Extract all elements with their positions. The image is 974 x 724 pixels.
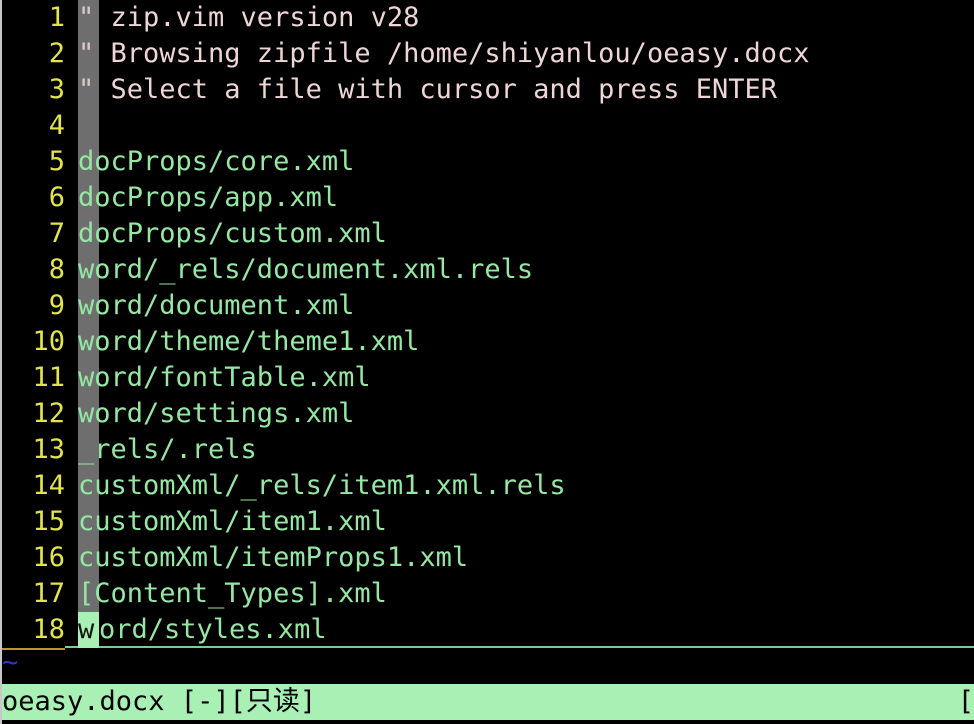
line-number: 12	[32, 398, 65, 429]
line-number: 17	[32, 578, 65, 609]
buffer-line[interactable]: 14 customXml/_rels/item1.xml.rels	[2, 468, 974, 504]
archive-entry-name[interactable]: customXml/_rels/item1.xml.rels	[78, 468, 566, 504]
line-number: 5	[48, 146, 65, 177]
cursor-character: w	[78, 614, 95, 645]
line-number: 2	[48, 38, 65, 69]
archive-entry-name-current[interactable]: ord/styles.xml	[99, 612, 327, 648]
buffer-line[interactable]: 13 _rels/.rels	[2, 432, 974, 468]
archive-entry-name[interactable]: word/theme/theme1.xml	[78, 324, 419, 360]
tilde-icon: ~	[2, 647, 19, 678]
archive-entry-name[interactable]: word/fontTable.xml	[78, 360, 371, 396]
buffer-line[interactable]: 10 word/theme/theme1.xml	[2, 324, 974, 360]
buffer-line[interactable]: 5 docProps/core.xml	[2, 144, 974, 180]
archive-entry-name[interactable]: [Content_Types].xml	[78, 576, 387, 612]
filler-line: ~	[2, 648, 974, 684]
buffer-line[interactable]: 4	[2, 108, 974, 144]
archive-entry-name[interactable]: word/settings.xml	[78, 396, 354, 432]
status-bar: oeasy.docx [-][只读] [	[2, 684, 974, 720]
vim-buffer[interactable]: 1 " zip.vim version v28 2 " Browsing zipfil…	[2, 0, 974, 684]
buffer-line[interactable]: 17 [Content_Types].xml	[2, 576, 974, 612]
comment-text: zip.vim version v28	[78, 2, 420, 33]
line-number: 10	[32, 326, 65, 357]
line-number: 9	[48, 290, 65, 321]
comment-marker: "	[78, 38, 95, 69]
archive-entry-name[interactable]: customXml/itemProps1.xml	[78, 540, 468, 576]
line-number: 14	[32, 470, 65, 501]
line-number: 3	[48, 74, 65, 105]
buffer-filler-lines: ~	[2, 648, 974, 684]
line-number: 13	[32, 434, 65, 465]
status-bar-right: [	[957, 686, 974, 717]
line-number-current: 18	[2, 612, 65, 650]
bottom-padding	[2, 720, 974, 724]
status-bar-left: oeasy.docx [-][只读]	[2, 686, 317, 717]
buffer-line[interactable]: 8 word/_rels/document.xml.rels	[2, 252, 974, 288]
line-number: 6	[48, 182, 65, 213]
buffer-line[interactable]: 11 word/fontTable.xml	[2, 360, 974, 396]
buffer-line[interactable]: 7 docProps/custom.xml	[2, 216, 974, 252]
buffer-line[interactable]: 3 " Select a file with cursor and press E…	[2, 72, 974, 108]
line-number: 7	[48, 218, 65, 249]
buffer-line[interactable]: 1 " zip.vim version v28	[2, 0, 974, 36]
buffer-line[interactable]: 2 " Browsing zipfile /home/shiyanlou/oeas…	[2, 36, 974, 72]
line-number: 15	[32, 506, 65, 537]
line-number: 16	[32, 542, 65, 573]
archive-entry-name[interactable]: word/_rels/document.xml.rels	[78, 252, 533, 288]
comment-marker: "	[78, 2, 95, 33]
comment-marker: "	[78, 74, 95, 105]
archive-entry-name[interactable]: docProps/app.xml	[78, 180, 338, 216]
archive-entry-name[interactable]: word/document.xml	[78, 288, 354, 324]
line-number: 1	[48, 2, 65, 33]
archive-entry-name[interactable]: customXml/item1.xml	[78, 504, 387, 540]
buffer-line-cursor[interactable]: 18 w ord/styles.xml	[2, 612, 974, 650]
archive-entry-name[interactable]: docProps/custom.xml	[78, 216, 387, 252]
archive-entry-name[interactable]: _rels/.rels	[78, 432, 257, 468]
archive-entry-name[interactable]: docProps/core.xml	[78, 144, 354, 180]
buffer-line[interactable]: 9 word/document.xml	[2, 288, 974, 324]
buffer-line[interactable]: 16 customXml/itemProps1.xml	[2, 540, 974, 576]
line-number: 11	[32, 362, 65, 393]
comment-text: Select a file with cursor and press ENTE…	[78, 74, 777, 105]
buffer-line[interactable]: 12 word/settings.xml	[2, 396, 974, 432]
line-number: 8	[48, 254, 65, 285]
comment-text: Browsing zipfile /home/shiyanlou/oeasy.d…	[78, 38, 810, 69]
buffer-line[interactable]: 6 docProps/app.xml	[2, 180, 974, 216]
vim-terminal-window[interactable]: 1 " zip.vim version v28 2 " Browsing zipfil…	[0, 0, 974, 724]
buffer-lines: 1 " zip.vim version v28 2 " Browsing zipfil…	[2, 0, 974, 650]
line-number: 4	[48, 110, 65, 141]
buffer-line[interactable]: 15 customXml/item1.xml	[2, 504, 974, 540]
